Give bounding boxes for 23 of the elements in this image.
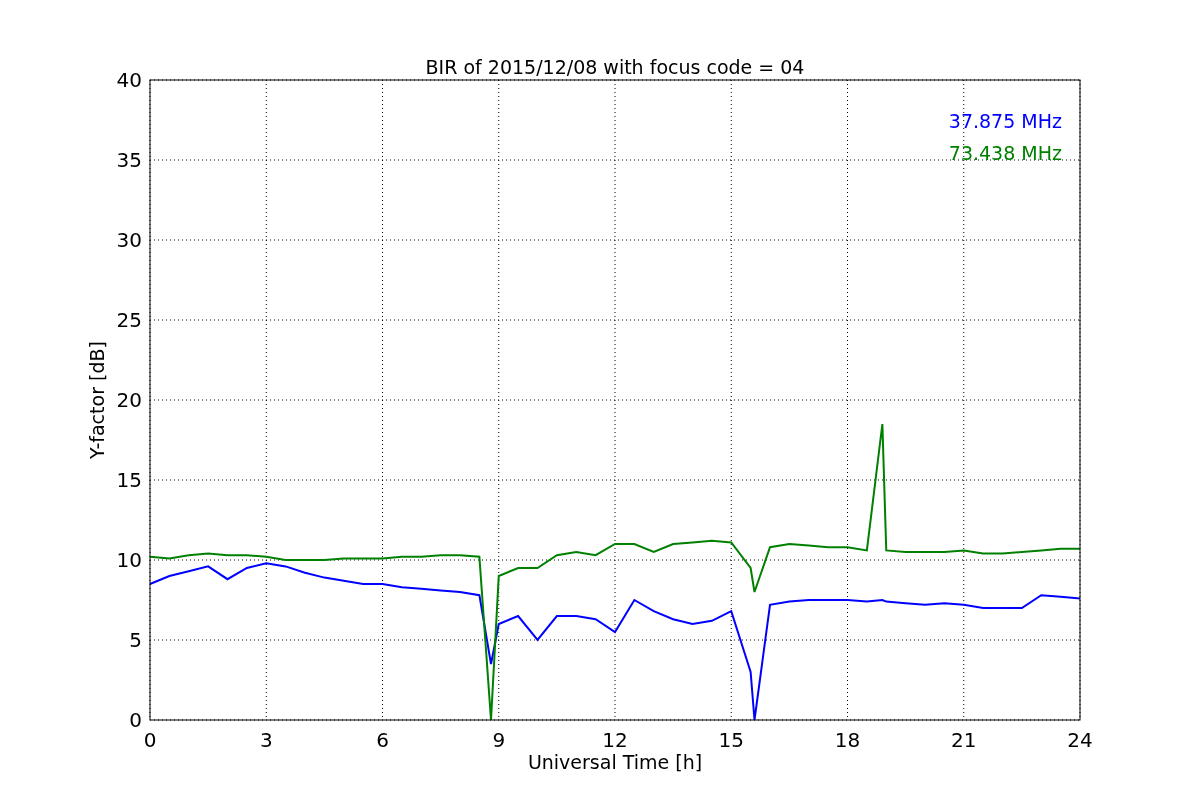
legend-label: 37.875 MHz bbox=[948, 110, 1062, 132]
x-tick-label: 15 bbox=[718, 728, 744, 752]
y-axis-label: Y-factor [dB] bbox=[86, 341, 108, 459]
y-tick-label: 25 bbox=[116, 308, 142, 332]
y-tick-label: 30 bbox=[116, 228, 142, 252]
y-tick-label: 40 bbox=[116, 68, 142, 92]
x-tick-label: 6 bbox=[376, 728, 389, 752]
y-tick-label: 0 bbox=[129, 708, 142, 732]
x-tick-label: 24 bbox=[1067, 728, 1093, 752]
x-tick-label: 3 bbox=[259, 728, 273, 752]
legend-label: 73.438 MHz bbox=[948, 142, 1062, 164]
y-tick-label: 20 bbox=[116, 388, 142, 412]
x-tick-label: 18 bbox=[834, 728, 861, 752]
x-tick-label: 9 bbox=[492, 728, 506, 752]
x-tick-label: 0 bbox=[143, 728, 157, 752]
y-tick-label: 35 bbox=[116, 148, 142, 172]
x-tick-label: 21 bbox=[951, 728, 977, 752]
y-tick-label: 15 bbox=[116, 468, 142, 492]
x-tick-label: 12 bbox=[602, 728, 628, 752]
chart-title: BIR of 2015/12/08 with focus code = 04 bbox=[425, 56, 805, 78]
y-tick-label: 10 bbox=[116, 548, 142, 572]
x-axis-label: Universal Time [h] bbox=[527, 751, 703, 773]
y-tick-label: 5 bbox=[129, 628, 142, 652]
